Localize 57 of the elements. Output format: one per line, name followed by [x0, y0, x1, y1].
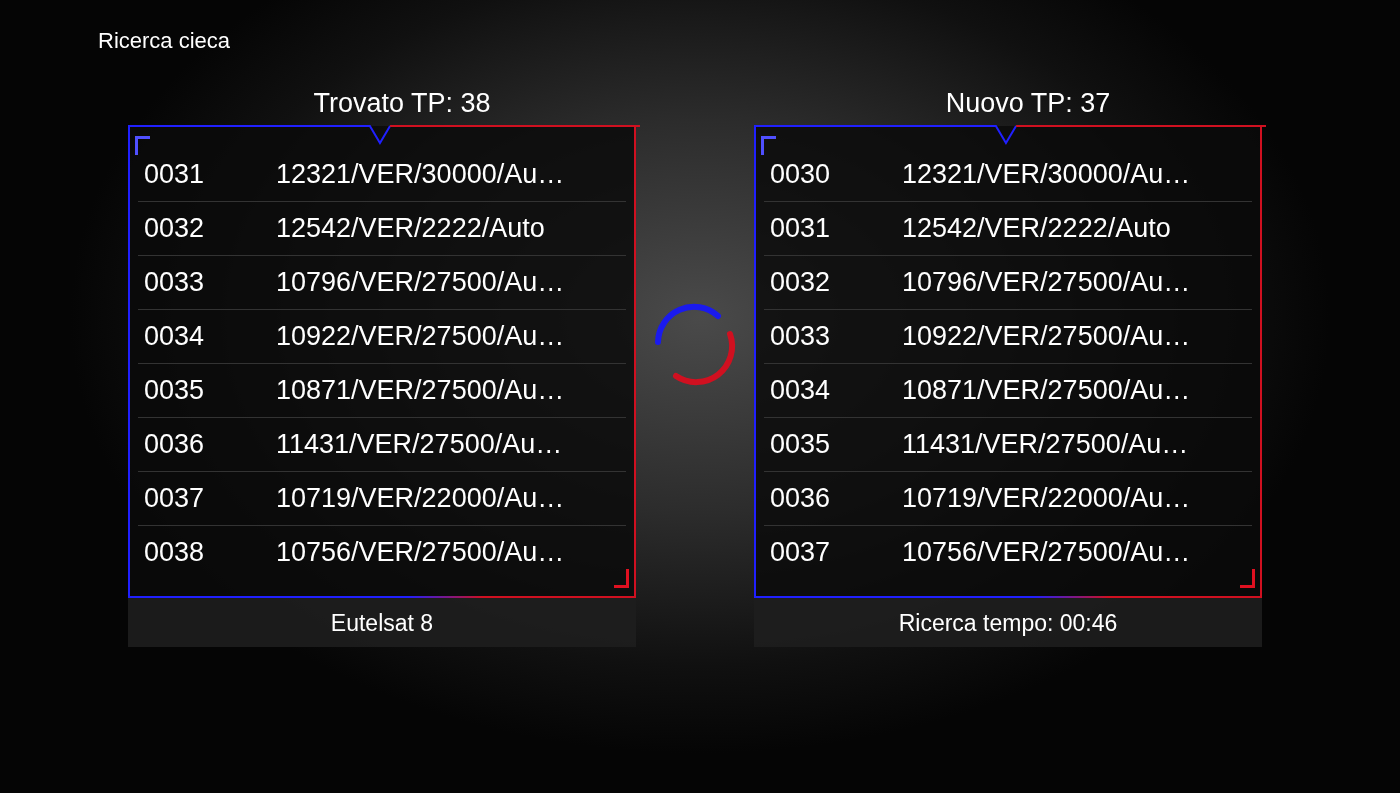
transponder-row[interactable]: 0035 10871/VER/27500/Au… [138, 364, 626, 418]
transponder-parameters: 10922/VER/27500/Au… [902, 321, 1191, 352]
transponder-row[interactable]: 0033 10922/VER/27500/Au… [764, 310, 1252, 364]
transponder-parameters: 10756/VER/27500/Au… [276, 537, 565, 568]
transponder-number: 0034 [143, 321, 206, 352]
transponder-row[interactable]: 0033 10796/VER/27500/Au… [138, 256, 626, 310]
transponder-number: 0035 [769, 429, 832, 460]
transponder-number: 0031 [143, 159, 206, 190]
transponder-number: 0038 [143, 537, 206, 568]
transponder-parameters: 12542/VER/2222/Auto [902, 213, 1171, 244]
transponder-number: 0033 [143, 267, 206, 298]
transponder-row[interactable]: 0037 10719/VER/22000/Au… [138, 472, 626, 526]
transponder-number: 0031 [769, 213, 832, 244]
transponder-number: 0030 [769, 159, 832, 190]
transponder-number: 0032 [143, 213, 206, 244]
corner-mark [614, 569, 629, 588]
panel-heading: Nuovo TP: 37 [944, 88, 1112, 120]
transponder-number: 0032 [769, 267, 832, 298]
transponder-parameters: 10796/VER/27500/Au… [902, 267, 1191, 298]
transponder-parameters: 10719/VER/22000/Au… [902, 483, 1191, 514]
transponder-parameters: 12321/VER/30000/Au… [276, 159, 565, 190]
panel-footer: Ricerca tempo: 00:46 [754, 598, 1262, 647]
transponder-row[interactable]: 0036 10719/VER/22000/Au… [764, 472, 1252, 526]
transponder-parameters: 10796/VER/27500/Au… [276, 267, 565, 298]
transponder-row[interactable]: 0036 11431/VER/27500/Au… [138, 418, 626, 472]
panel-footer: Eutelsat 8 [128, 598, 636, 647]
corner-mark [135, 136, 150, 155]
transponder-parameters: 11431/VER/27500/Au… [902, 429, 1189, 460]
screen-title: Ricerca cieca [98, 28, 232, 54]
transponder-row[interactable]: 0032 12542/VER/2222/Auto [138, 202, 626, 256]
corner-mark [761, 136, 776, 155]
transponder-number: 0034 [769, 375, 832, 406]
transponder-row[interactable]: 0035 11431/VER/27500/Au… [764, 418, 1252, 472]
transponder-parameters: 11431/VER/27500/Au… [276, 429, 563, 460]
transponder-row[interactable]: 0034 10871/VER/27500/Au… [764, 364, 1252, 418]
transponder-row[interactable]: 0032 10796/VER/27500/Au… [764, 256, 1252, 310]
transponder-number: 0035 [143, 375, 206, 406]
transponder-parameters: 12542/VER/2222/Auto [276, 213, 545, 244]
panel-heading: Trovato TP: 38 [312, 88, 492, 120]
transponder-parameters: 10871/VER/27500/Au… [902, 375, 1191, 406]
transponder-row[interactable]: 0038 10756/VER/27500/Au… [138, 526, 626, 579]
transponder-parameters: 10922/VER/27500/Au… [276, 321, 565, 352]
transponder-row[interactable]: 0031 12542/VER/2222/Auto [764, 202, 1252, 256]
transponder-number: 0036 [769, 483, 832, 514]
transponder-parameters: 10756/VER/27500/Au… [902, 537, 1191, 568]
transponder-parameters: 10871/VER/27500/Au… [276, 375, 565, 406]
transponder-number: 0037 [769, 537, 832, 568]
corner-mark [1240, 569, 1255, 588]
transponder-row[interactable]: 0037 10756/VER/27500/Au… [764, 526, 1252, 579]
transponder-number: 0036 [143, 429, 206, 460]
transponder-parameters: 10719/VER/22000/Au… [276, 483, 565, 514]
transponder-parameters: 12321/VER/30000/Au… [902, 159, 1191, 190]
transponder-row[interactable]: 0031 12321/VER/30000/Au… [138, 148, 626, 202]
transponder-number: 0033 [769, 321, 832, 352]
transponder-number: 0037 [143, 483, 206, 514]
transponder-row[interactable]: 0030 12321/VER/30000/Au… [764, 148, 1252, 202]
transponder-row[interactable]: 0034 10922/VER/27500/Au… [138, 310, 626, 364]
